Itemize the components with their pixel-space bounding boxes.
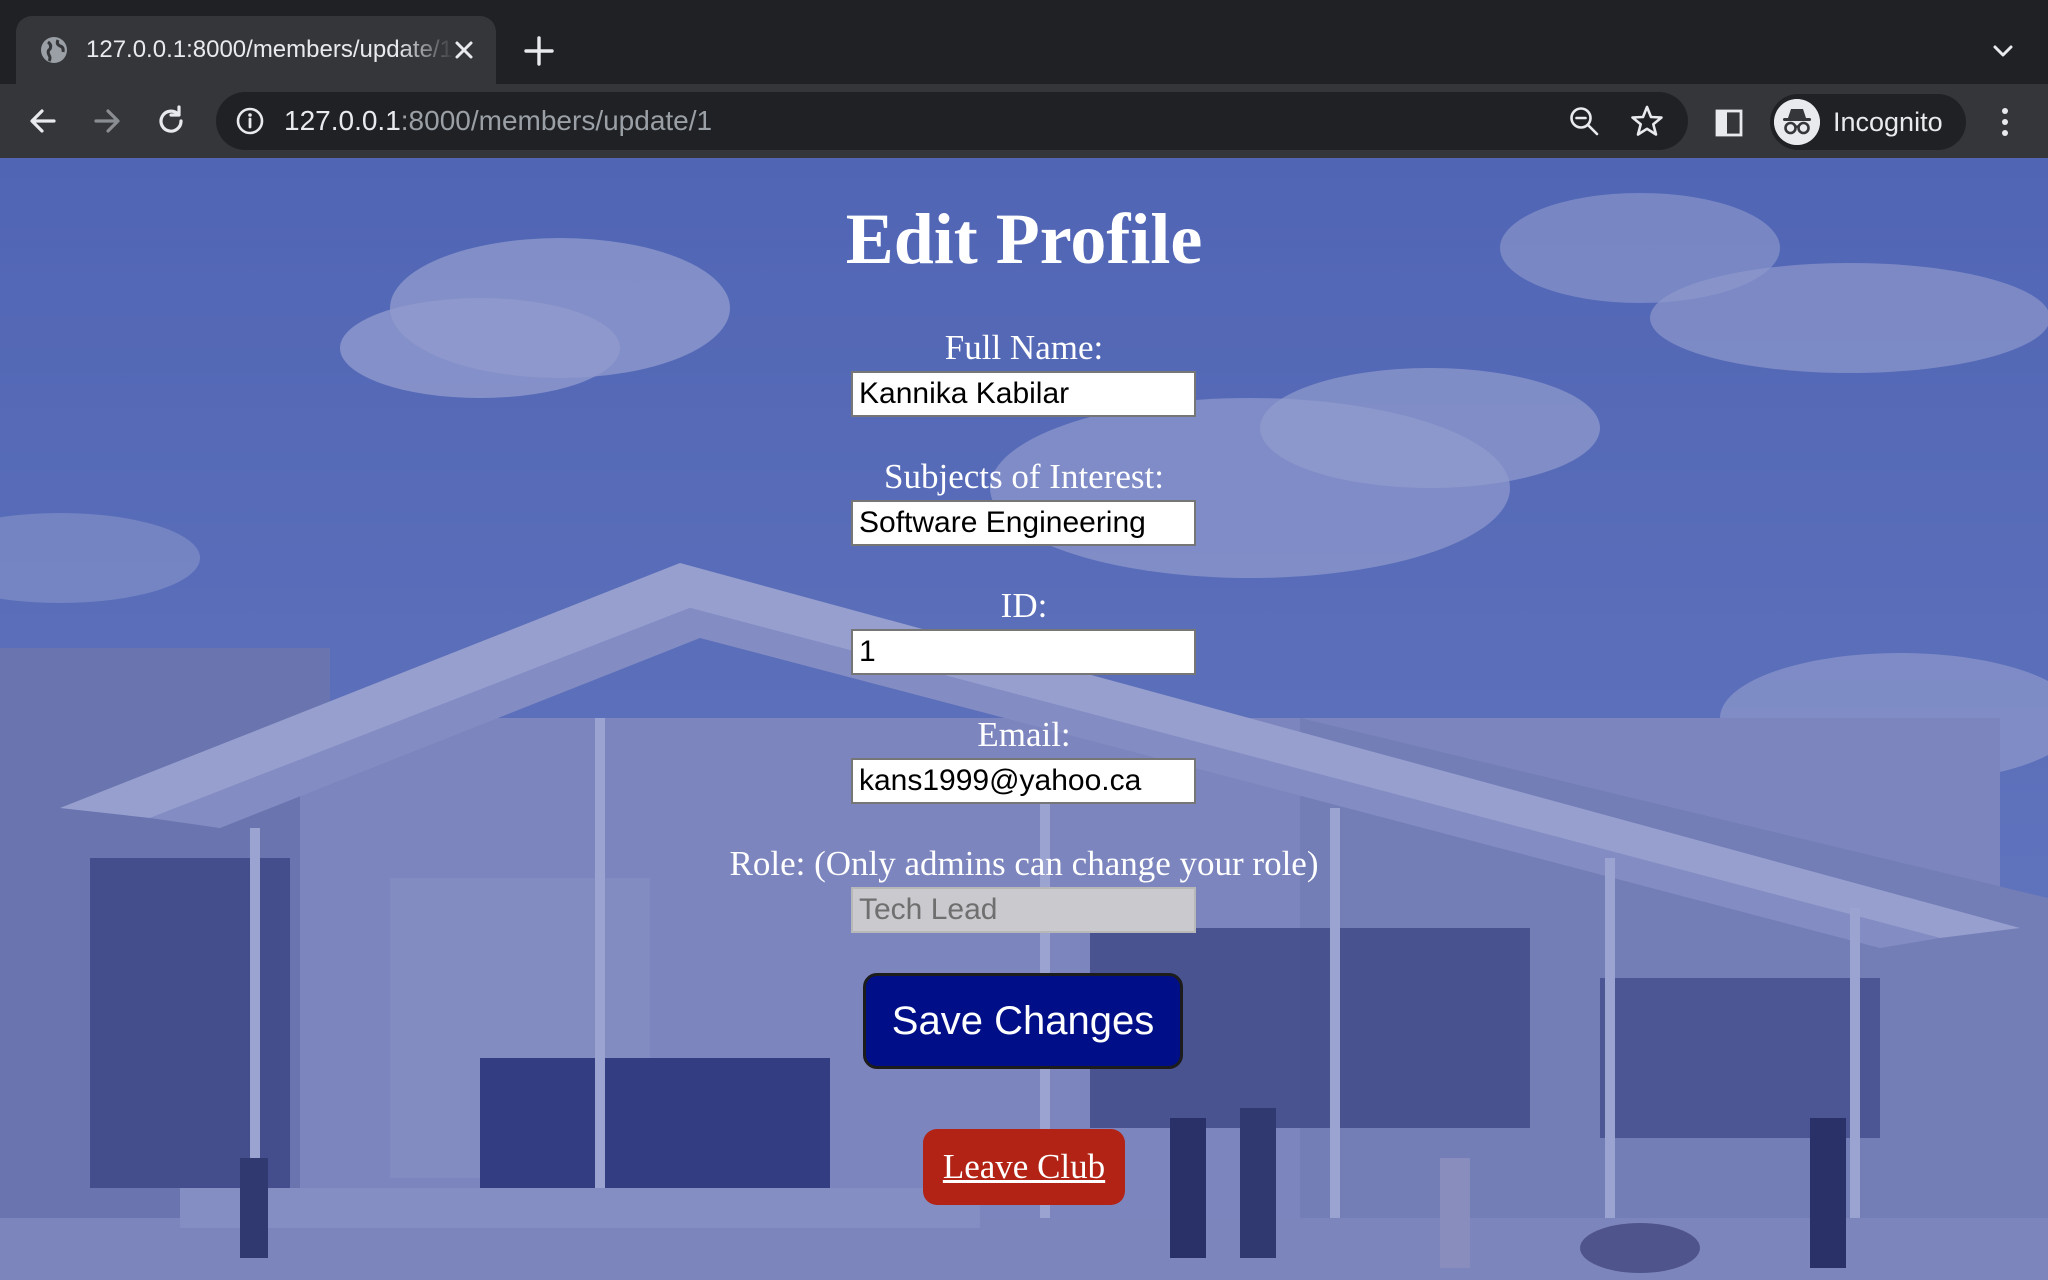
zoom-out-icon[interactable] — [1568, 105, 1600, 137]
role-input — [851, 887, 1196, 933]
forward-arrow-icon[interactable] — [88, 102, 126, 140]
incognito-label: Incognito — [1833, 107, 1943, 137]
subjects-label: Subjects of Interest: — [884, 457, 1164, 496]
side-panel-icon[interactable] — [1714, 108, 1744, 138]
full-name-input[interactable] — [851, 371, 1196, 417]
address-bar[interactable]: 127.0.0.1:8000/members/update/1 — [216, 92, 1688, 150]
chevron-down-icon[interactable] — [1988, 36, 2018, 66]
new-tab-plus-icon[interactable] — [522, 34, 556, 68]
role-label: Role: (Only admins can change your role) — [729, 844, 1319, 883]
star-icon[interactable] — [1630, 104, 1664, 138]
tab-title: 127.0.0.1:8000/members/update/1 — [86, 36, 453, 63]
incognito-icon — [1774, 99, 1820, 145]
browser-tab[interactable]: 127.0.0.1:8000/members/update/1 — [16, 16, 496, 84]
kebab-menu-icon[interactable] — [1990, 105, 2020, 139]
globe-icon — [41, 37, 67, 63]
site-info-icon[interactable] — [236, 107, 264, 135]
full-name-label: Full Name: — [944, 328, 1104, 367]
leave-club-button[interactable]: Leave Club — [923, 1129, 1125, 1205]
subjects-input[interactable] — [851, 500, 1196, 546]
browser-toolbar: 127.0.0.1:8000/members/update/1 Incognit… — [0, 84, 2048, 158]
page-title: Edit Profile — [845, 199, 1203, 279]
page-viewport: Edit Profile Full Name: Subjects of Inte… — [0, 158, 2048, 1280]
url-host: 127.0.0.1 — [284, 105, 401, 136]
browser-tab-strip: 127.0.0.1:8000/members/update/1 — [0, 0, 2048, 84]
id-label: ID: — [1000, 586, 1048, 625]
reload-icon[interactable] — [152, 102, 190, 140]
url-path: :8000/members/update/1 — [400, 105, 713, 136]
save-changes-button[interactable]: Save Changes — [863, 973, 1183, 1069]
close-icon[interactable] — [450, 36, 478, 64]
url-text[interactable]: 127.0.0.1:8000/members/update/1 — [284, 104, 712, 138]
email-label: Email: — [977, 715, 1071, 754]
email-input[interactable] — [851, 758, 1196, 804]
incognito-profile-button[interactable]: Incognito — [1770, 94, 1966, 150]
edit-profile-form: Edit Profile Full Name: Subjects of Inte… — [0, 158, 2048, 1280]
back-arrow-icon[interactable] — [24, 102, 62, 140]
id-input[interactable] — [851, 629, 1196, 675]
